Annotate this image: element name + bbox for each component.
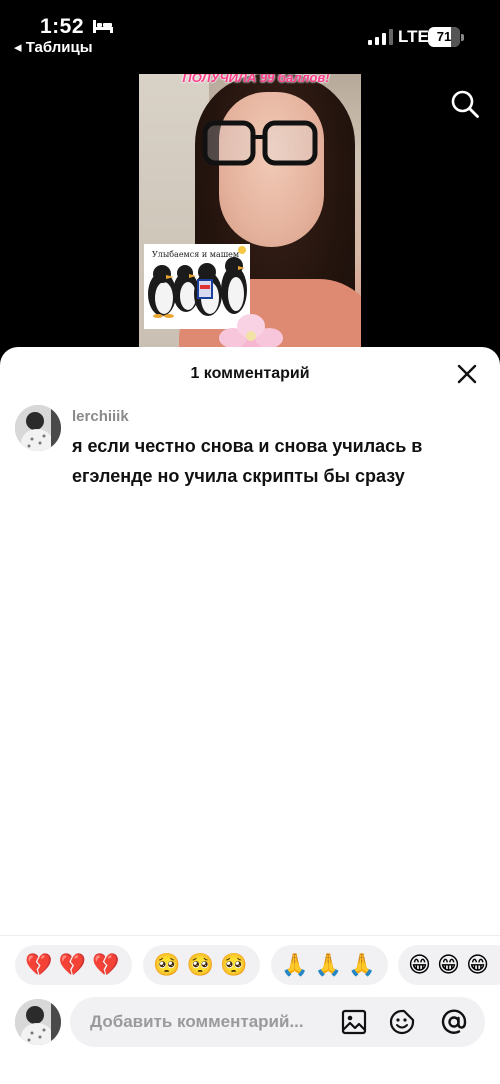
comments-sheet: 1 комментарий lerchiiik я если честно сн… xyxy=(0,347,500,1084)
reaction-broken-heart[interactable]: 💔 💔 💔 xyxy=(15,945,132,985)
comment-input-placeholder: Добавить комментарий... xyxy=(90,1012,304,1031)
video-preview[interactable]: ПОЛУЧИЛА 99 баллов! Улыбаемся и машем xyxy=(139,74,361,350)
network-type: LTE xyxy=(398,27,429,46)
cellular-signal-icon xyxy=(368,29,393,45)
back-to-app-link[interactable]: ◂ Таблицы xyxy=(14,38,93,56)
my-avatar xyxy=(15,999,61,1045)
reaction-pleading-face[interactable]: 🥺 🥺 🥺 xyxy=(143,945,260,985)
comment-input[interactable]: Добавить комментарий... xyxy=(70,997,485,1047)
mention-icon[interactable] xyxy=(440,1008,468,1036)
status-time: 1:52 xyxy=(40,15,85,38)
sleep-bed-icon xyxy=(93,20,113,33)
image-icon[interactable] xyxy=(340,1008,368,1036)
emoji-icon[interactable] xyxy=(388,1008,416,1036)
comment-username[interactable]: lerchiiik xyxy=(72,408,129,425)
commenter-avatar[interactable] xyxy=(15,405,61,451)
glasses-shape xyxy=(202,120,318,166)
battery-icon: 71 xyxy=(428,27,464,47)
quick-reactions-bar: 💔 💔 💔 🥺 🥺 🥺 🙏 🙏 🙏 😁 😁 😁 xyxy=(0,935,500,995)
video-caption: ПОЛУЧИЛА 99 баллов! xyxy=(182,74,330,85)
comments-title: 1 комментарий xyxy=(190,365,310,382)
comment-text: я если честно снова и снова училась в ег… xyxy=(72,436,423,486)
close-icon[interactable] xyxy=(456,363,478,385)
battery-percent: 71 xyxy=(436,29,452,44)
search-icon[interactable] xyxy=(450,89,480,119)
reaction-folded-hands[interactable]: 🙏 🙏 🙏 xyxy=(271,945,388,985)
status-bar: 1:52 ◂ Таблицы LTE 71 xyxy=(0,0,500,62)
reaction-grinning-face[interactable]: 😁 😁 😁 xyxy=(398,945,500,985)
comment-input-bar: Добавить комментарий... xyxy=(0,995,500,1084)
flower-decoration xyxy=(219,314,283,350)
